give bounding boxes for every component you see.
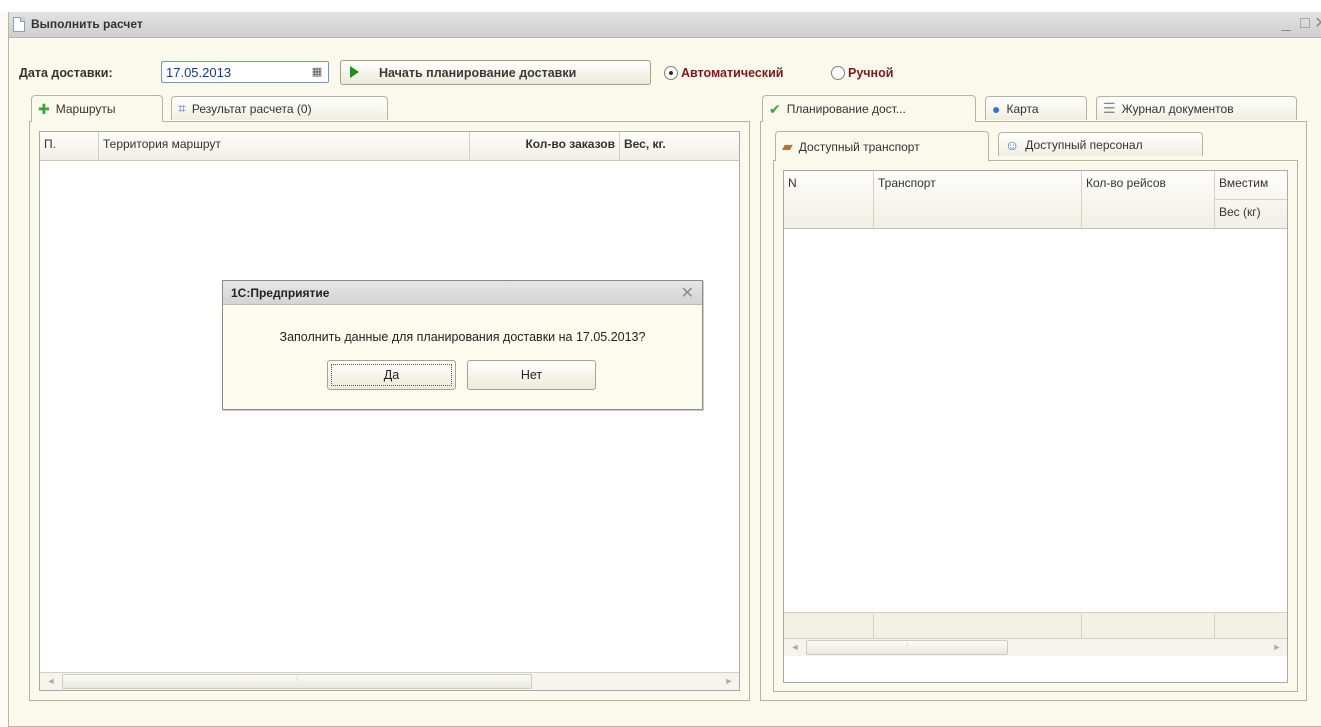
col-capacity[interactable]: Вместим	[1215, 171, 1287, 200]
mode-auto-radio[interactable]: Автоматический	[664, 66, 783, 80]
scroll-grip-icon: ⁝	[906, 642, 909, 649]
transport-hscrollbar[interactable]: ◄ ⁝ ►	[784, 638, 1287, 656]
subtab-available-staff-label: Доступный персонал	[1025, 137, 1143, 152]
scroll-right-icon[interactable]: ►	[720, 673, 738, 690]
tab-calc-result-label: Результат расчета (0)	[191, 101, 312, 116]
scroll-left-icon[interactable]: ◄	[42, 673, 60, 690]
document-icon: ☰	[1103, 100, 1116, 116]
title-bar: Выполнить расчет _ □ ✕	[9, 12, 1321, 38]
dialog-message: Заполнить данные для планирования достав…	[279, 330, 646, 344]
tab-document-journal[interactable]: ☰ Журнал документов	[1096, 96, 1297, 120]
col-number[interactable]: N	[784, 171, 874, 228]
routes-hscrollbar[interactable]: ◄ ⁝ ►	[40, 672, 739, 690]
col-order-count[interactable]: Кол-во заказов	[470, 132, 620, 160]
close-window-button[interactable]: ✕	[1312, 15, 1321, 33]
footer-cell	[1082, 613, 1215, 638]
dialog-title: 1С:Предприятие	[231, 286, 330, 300]
routes-grid-header: П. Территория маршрут Кол-во заказов Вес…	[40, 132, 739, 161]
dialog-title-bar: 1С:Предприятие ✕	[223, 281, 702, 305]
subtab-available-transport[interactable]: ▰ Доступный транспорт	[775, 131, 989, 161]
footer-cell	[784, 613, 874, 638]
no-button[interactable]: Нет	[467, 360, 596, 390]
routes-grid[interactable]: П. Территория маршрут Кол-во заказов Вес…	[39, 131, 740, 691]
tab-document-journal-label: Журнал документов	[1121, 101, 1234, 116]
tab-routes-label: Маршруты	[55, 102, 116, 116]
document-icon	[13, 17, 25, 32]
col-weight[interactable]: Вес, кг.	[620, 132, 739, 160]
mode-manual-radio[interactable]: Ручной	[831, 66, 893, 80]
chart-icon: ⌗	[178, 100, 186, 116]
person-icon: ☺	[1005, 136, 1020, 153]
tab-delivery-planning-label: Планирование дост...	[786, 102, 906, 116]
scroll-right-icon[interactable]: ►	[1268, 639, 1286, 656]
subtab-available-staff[interactable]: ☺ Доступный персонал	[998, 132, 1203, 156]
delivery-date-label: Дата доставки:	[19, 66, 113, 80]
start-planning-button[interactable]: Начать планирование доставки	[340, 60, 651, 85]
planning-panel: ▰ Доступный транспорт ☺ Доступный персон…	[760, 121, 1307, 701]
mode-manual-label: Ручной	[848, 66, 894, 80]
col-route-territory[interactable]: Территория маршрут	[99, 132, 470, 160]
col-position[interactable]: П.	[40, 132, 99, 160]
tab-delivery-planning[interactable]: ✔ Планирование дост...	[762, 95, 976, 122]
transport-grid[interactable]: N Транспорт Кол-во рейсов Вместим Вес (к…	[783, 170, 1288, 683]
mode-auto-label: Автоматический	[681, 66, 784, 80]
dialog-close-icon[interactable]: ✕	[681, 283, 694, 303]
scroll-grip-icon: ⁝	[296, 676, 299, 683]
transport-grid-header: N Транспорт Кол-во рейсов Вместим Вес (к…	[784, 171, 1287, 229]
window-title: Выполнить расчет	[31, 17, 143, 31]
calendar-icon[interactable]: ▦	[308, 64, 326, 80]
tab-map-label: Карта	[1006, 101, 1039, 116]
play-icon	[350, 66, 359, 78]
radio-selected-icon	[664, 66, 678, 80]
tab-calc-result[interactable]: ⌗ Результат расчета (0)	[171, 96, 388, 120]
footer-cell	[874, 613, 1082, 638]
radio-unselected-icon	[831, 66, 845, 80]
routes-panel: П. Территория маршрут Кол-во заказов Вес…	[29, 121, 750, 701]
scroll-left-icon[interactable]: ◄	[786, 639, 804, 656]
transport-grid-footer	[784, 612, 1287, 638]
subtab-available-transport-label: Доступный транспорт	[798, 139, 920, 154]
col-transport[interactable]: Транспорт	[874, 171, 1082, 228]
tab-routes[interactable]: ✚ Маршруты	[31, 95, 163, 122]
col-capacity-weight[interactable]: Вес (кг)	[1215, 200, 1287, 229]
puzzle-icon: ✚	[38, 100, 50, 117]
screen-top-strip	[0, 0, 1321, 12]
delivery-date-field[interactable]: ▦	[161, 61, 329, 83]
confirm-dialog: 1С:Предприятие ✕ Заполнить данные для пл…	[222, 280, 703, 410]
tab-map[interactable]: ● Карта	[985, 96, 1087, 120]
col-trip-count[interactable]: Кол-во рейсов	[1082, 171, 1215, 228]
minimize-button[interactable]: _	[1277, 15, 1295, 33]
checkmark-icon: ✔	[769, 100, 781, 117]
yes-button[interactable]: Да	[327, 360, 456, 390]
start-planning-label: Начать планирование доставки	[379, 66, 577, 80]
delivery-date-input[interactable]	[164, 63, 304, 81]
truck-icon: ▰	[782, 138, 793, 154]
globe-icon: ●	[992, 100, 1001, 117]
transport-panel: N Транспорт Кол-во рейсов Вместим Вес (к…	[773, 160, 1298, 692]
